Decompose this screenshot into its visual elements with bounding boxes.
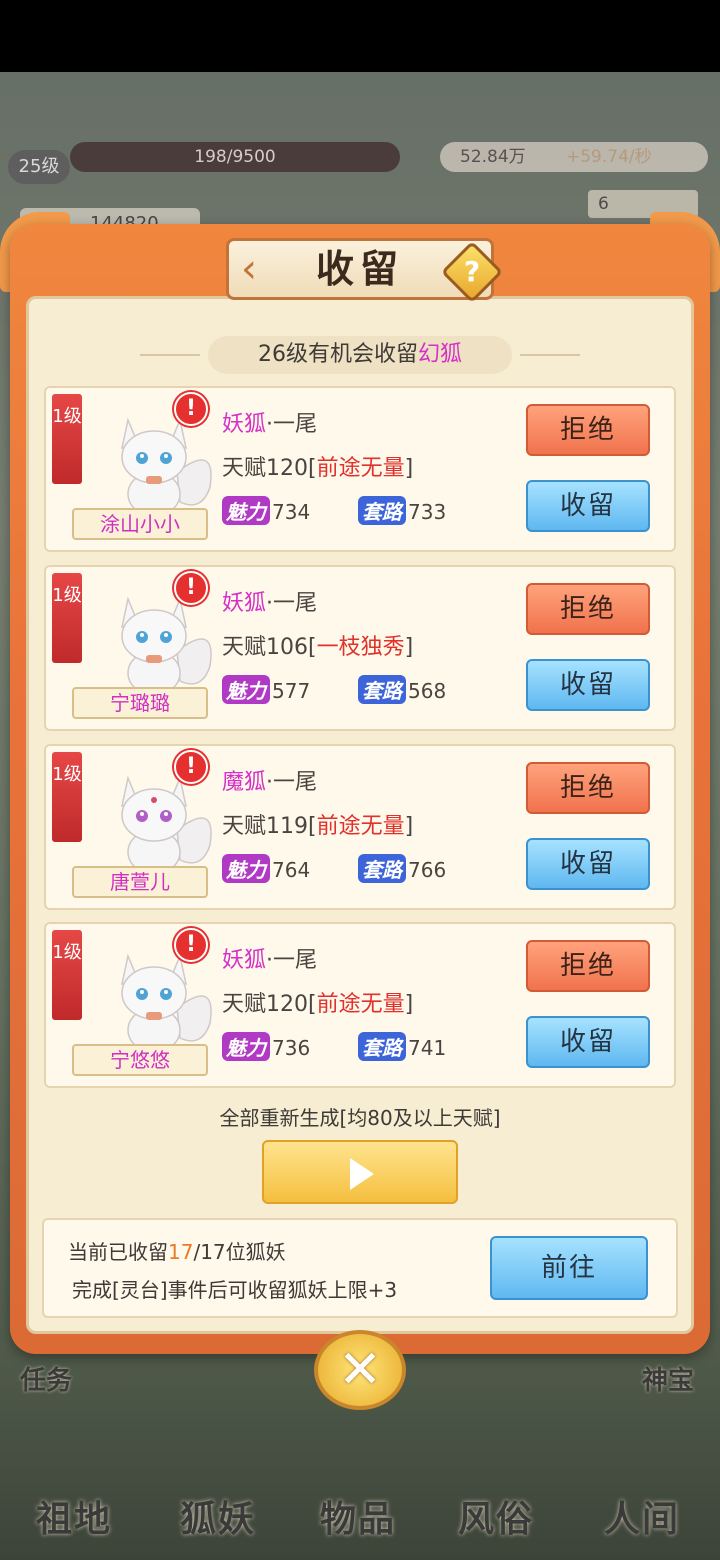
level-tag: 1级 <box>52 930 82 1020</box>
fox-name: 涂山小小 <box>72 508 208 540</box>
fox-card: 1级 ! 涂山小小 妖狐·一尾 天赋120[前途无量] 魅力 734 套路 733 … <box>44 386 676 552</box>
trick-icon: 套路 <box>358 854 406 883</box>
question-icon: ? <box>463 255 481 288</box>
close-icon: ✕ <box>338 1340 382 1400</box>
charm-icon: 魅力 <box>222 496 270 525</box>
lingqi-value: 52.84万 <box>460 147 526 167</box>
refuse-button[interactable]: 拒绝 <box>526 762 650 814</box>
fox-card: 1级 ! 唐萱儿 魔狐·一尾 天赋119[前途无量] 魅力 764 套路 766 拒… <box>44 744 676 910</box>
close-button[interactable]: ✕ <box>314 1330 406 1410</box>
trick-stat: 套路 733 <box>358 496 446 525</box>
alert-icon: ! <box>174 571 208 605</box>
charm-stat: 魅力 734 <box>222 496 310 525</box>
exp-bar: 198/9500 <box>70 142 400 172</box>
alert-icon: ! <box>174 928 208 962</box>
refuse-button[interactable]: 拒绝 <box>526 404 650 456</box>
fox-name: 宁悠悠 <box>72 1044 208 1076</box>
charm-icon: 魅力 <box>222 1032 270 1061</box>
fox-talent: 天赋120[前途无量] <box>222 992 414 1017</box>
refuse-button[interactable]: 拒绝 <box>526 940 650 992</box>
fox-talent: 天赋119[前途无量] <box>222 814 414 839</box>
fox-type: 妖狐·一尾 <box>222 591 318 616</box>
keep-button[interactable]: 收留 <box>526 659 650 711</box>
trick-stat: 套路 766 <box>358 854 446 883</box>
trick-icon: 套路 <box>358 496 406 525</box>
nav-fox[interactable]: 狐妖 <box>180 1490 256 1542</box>
go-button[interactable]: 前往 <box>490 1236 648 1300</box>
fox-type: 魔狐·一尾 <box>222 770 318 795</box>
keep-button[interactable]: 收留 <box>526 480 650 532</box>
subtitle-line-left <box>140 354 200 356</box>
fox-card: 1级 ! 宁璐璐 妖狐·一尾 天赋106[一枝独秀] 魅力 577 套路 568 拒… <box>44 565 676 731</box>
nav-customs[interactable]: 风俗 <box>458 1490 534 1542</box>
trick-stat: 套路 568 <box>358 675 446 704</box>
fox-name: 唐萱儿 <box>72 866 208 898</box>
subtitle-prefix: 26级有机会收留 <box>257 342 418 367</box>
lingqi-counter: 52.84万 +59.74/秒 <box>440 142 708 172</box>
level-tag: 1级 <box>52 573 82 663</box>
treasure-button[interactable]: 神宝 <box>642 1360 694 1397</box>
task-button[interactable]: 任务 <box>20 1360 72 1397</box>
title-ornament-left-icon: ‹ <box>241 246 257 292</box>
regenerate-label: 全部重新生成[均80及以上天赋] <box>219 1106 501 1130</box>
fox-type: 妖狐·一尾 <box>222 412 318 437</box>
subtitle-line-right <box>520 354 580 356</box>
trick-icon: 套路 <box>358 1032 406 1061</box>
play-icon <box>350 1158 374 1190</box>
player-level-badge: 25级 <box>8 150 70 184</box>
charm-stat: 魅力 577 <box>222 675 310 704</box>
trick-icon: 套路 <box>358 675 406 704</box>
charm-icon: 魅力 <box>222 854 270 883</box>
status-bar <box>0 0 720 72</box>
alert-icon: ! <box>174 750 208 784</box>
bottom-nav: 祖地 狐妖 物品 风俗 人间 <box>0 1470 720 1560</box>
fox-name: 宁璐璐 <box>72 687 208 719</box>
trick-stat: 套路 741 <box>358 1032 446 1061</box>
capacity-text: 当前已收留17/17位狐妖 <box>68 1240 286 1264</box>
fox-card: 1级 ! 宁悠悠 妖狐·一尾 天赋120[前途无量] 魅力 736 套路 741 拒… <box>44 922 676 1088</box>
regenerate-button[interactable] <box>262 1140 458 1204</box>
level-tag: 1级 <box>52 394 82 484</box>
subtitle-highlight: 幻狐 <box>417 342 462 367</box>
keep-button[interactable]: 收留 <box>526 1016 650 1068</box>
fox-talent: 天赋120[前途无量] <box>222 456 414 481</box>
nav-ancestral[interactable]: 祖地 <box>36 1490 112 1542</box>
refuse-button[interactable]: 拒绝 <box>526 583 650 635</box>
charm-stat: 魅力 764 <box>222 854 310 883</box>
level-tag: 1级 <box>52 752 82 842</box>
nav-world[interactable]: 人间 <box>604 1490 680 1542</box>
capacity-hint: 完成[灵台]事件后可收留狐妖上限+3 <box>72 1278 398 1302</box>
lingqi-rate: +59.74/秒 <box>566 147 652 167</box>
fox-type: 妖狐·一尾 <box>222 948 318 973</box>
dialog-subtitle: 26级有机会收留幻狐 <box>208 336 512 374</box>
charm-stat: 魅力 736 <box>222 1032 310 1061</box>
fox-talent: 天赋106[一枝独秀] <box>222 635 414 660</box>
keep-button[interactable]: 收留 <box>526 838 650 890</box>
nav-items[interactable]: 物品 <box>320 1490 396 1542</box>
alert-icon: ! <box>174 392 208 426</box>
charm-icon: 魅力 <box>222 675 270 704</box>
